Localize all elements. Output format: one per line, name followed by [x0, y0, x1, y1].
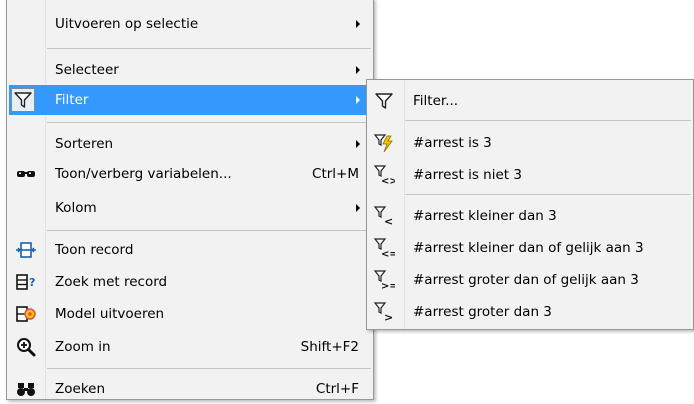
menu-separator [47, 368, 371, 369]
shortcut-label: Ctrl+F [315, 381, 359, 397]
menu-item-label: Toon/verberg variabelen... [55, 166, 232, 182]
menu-item-label: Filter... [413, 93, 459, 109]
filter-less-than-icon: < [373, 205, 395, 227]
submenu-item-filter-less-equal[interactable]: <= #arrest kleiner dan of gelijk aan 3 [369, 233, 691, 263]
submenu-item-filter-greater-equal[interactable]: >= #arrest groter dan of gelijk aan 3 [369, 265, 691, 295]
submenu-arrow-icon [356, 96, 360, 104]
menu-separator [47, 48, 371, 49]
find-record-icon: ? [15, 271, 37, 293]
menu-item-filter[interactable]: Filter [9, 85, 371, 115]
menu-item-label: #arrest kleiner dan 3 [413, 208, 557, 224]
run-model-icon [15, 303, 37, 325]
menu-item-label: Toon record [55, 242, 134, 258]
filter-equals-lightning-icon [373, 132, 395, 154]
menu-item-label: #arrest groter dan of gelijk aan 3 [413, 272, 639, 288]
submenu-item-filter-is[interactable]: #arrest is 3 [369, 128, 691, 158]
menu-item-run-model[interactable]: Model uitvoeren [9, 299, 371, 329]
filter-icon [373, 90, 395, 112]
menu-item-label: Zoeken [55, 381, 106, 397]
menu-item-label: Selecteer [55, 62, 119, 78]
menu-item-find[interactable]: Zoeken Ctrl+F [9, 374, 371, 404]
submenu-item-filter-greater-than[interactable]: > #arrest groter dan 3 [369, 297, 691, 327]
svg-text:?: ? [29, 276, 35, 289]
menu-item-label: Filter [55, 92, 89, 108]
svg-text:<=: <= [381, 249, 395, 259]
show-record-icon [15, 239, 37, 261]
menu-item-sort[interactable]: Sorteren [9, 129, 371, 159]
menu-item-zoom-in[interactable]: Zoom in Shift+F2 [9, 332, 371, 362]
glasses-icon [15, 163, 37, 185]
svg-text:>=: >= [381, 281, 395, 291]
menu-item-label: #arrest is 3 [413, 135, 492, 151]
menu-item-label: Sorteren [55, 136, 114, 152]
menu-separator [47, 230, 371, 231]
submenu-arrow-icon [356, 140, 360, 148]
menu-item-label: Zoek met record [55, 274, 168, 290]
svg-text:>: > [384, 311, 393, 323]
shortcut-label: Shift+F2 [300, 339, 359, 355]
shortcut-label: Ctrl+M [312, 166, 359, 182]
filter-greater-equal-icon: >= [373, 269, 395, 291]
menu-item-label: Kolom [55, 200, 97, 216]
menu-item-show-record[interactable]: Toon record [9, 235, 371, 265]
menu-item-label: Uitvoeren op selectie [55, 16, 199, 32]
submenu-arrow-icon [356, 66, 360, 74]
submenu-arrow-icon [356, 204, 360, 212]
context-menu: Uitvoeren op selectie Selecteer Filter S… [6, 0, 374, 400]
menu-item-select[interactable]: Selecteer [9, 55, 371, 85]
filter-submenu: Filter... #arrest is 3 <> #arrest is nie… [366, 79, 694, 330]
menu-item-column[interactable]: Kolom [9, 193, 371, 223]
menu-separator [47, 122, 371, 123]
submenu-arrow-icon [356, 20, 360, 28]
submenu-item-filter-dialog[interactable]: Filter... [369, 86, 691, 116]
menu-item-label: #arrest kleiner dan of gelijk aan 3 [413, 240, 644, 256]
zoom-in-icon [15, 336, 37, 358]
filter-greater-than-icon: > [373, 301, 395, 323]
menu-item-label: Model uitvoeren [55, 306, 165, 322]
menu-separator [405, 194, 691, 195]
menu-item-label: Zoom in [55, 339, 111, 355]
filter-not-equal-icon: <> [373, 164, 395, 186]
submenu-item-filter-less-than[interactable]: < #arrest kleiner dan 3 [369, 201, 691, 231]
binoculars-icon [15, 378, 37, 400]
svg-text:<: < [384, 215, 393, 227]
menu-item-find-with-record[interactable]: ? Zoek met record [9, 267, 371, 297]
menu-item-label: #arrest groter dan 3 [413, 304, 552, 320]
svg-text:<>: <> [381, 176, 395, 186]
menu-item-label: #arrest is niet 3 [413, 167, 522, 183]
menu-item-show-hide-variables[interactable]: Toon/verberg variabelen... Ctrl+M [9, 159, 371, 189]
submenu-item-filter-is-not[interactable]: <> #arrest is niet 3 [369, 160, 691, 190]
menu-item-run-on-selection[interactable]: Uitvoeren op selectie [9, 9, 371, 39]
filter-icon [11, 88, 35, 112]
menu-separator [405, 120, 691, 121]
filter-less-equal-icon: <= [373, 237, 395, 259]
